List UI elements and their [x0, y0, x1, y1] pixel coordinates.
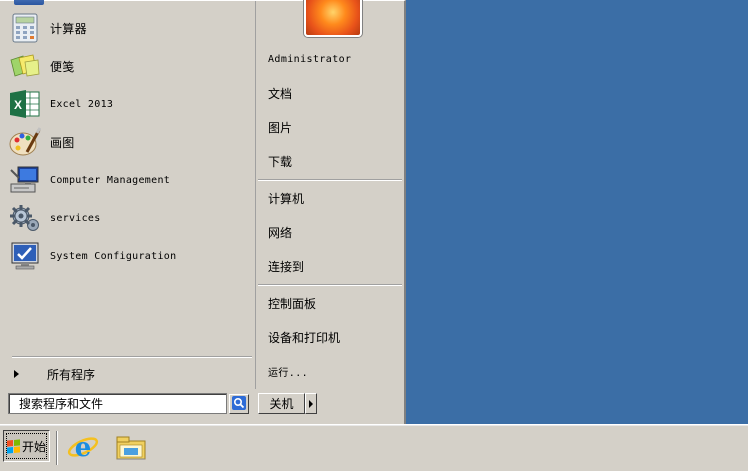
program-label: services [50, 212, 101, 224]
program-label: 计算器 [50, 21, 87, 36]
triangle-right-icon [309, 399, 313, 408]
place-network[interactable]: 网络 [268, 219, 398, 245]
taskbar: 开始 e [0, 424, 748, 471]
internet-explorer-icon: e [67, 431, 99, 466]
program-excel[interactable]: X Excel 2013 [8, 86, 248, 122]
program-sticky-notes[interactable]: 便笺 [8, 48, 248, 84]
paint-icon [8, 125, 42, 159]
computer-management-icon [8, 163, 42, 197]
triangle-right-icon [14, 370, 19, 378]
place-documents[interactable]: 文档 [268, 80, 398, 106]
start-label: 开始 [21, 439, 46, 454]
search-button[interactable] [229, 394, 249, 414]
place-downloads[interactable]: 下载 [268, 148, 398, 174]
program-system-configuration[interactable]: System Configuration [8, 238, 248, 274]
svg-text:X: X [14, 98, 22, 112]
shutdown-options-button[interactable] [305, 393, 317, 414]
place-run[interactable]: 运行... [268, 358, 398, 384]
user-picture[interactable] [304, 0, 362, 37]
excel-icon: X [8, 87, 42, 121]
place-pictures[interactable]: 图片 [268, 114, 398, 140]
programs-divider [12, 356, 252, 358]
program-services[interactable]: services [8, 200, 248, 236]
places-divider [258, 284, 402, 286]
program-label: Excel 2013 [50, 98, 114, 110]
program-label: System Configuration [50, 250, 177, 262]
search-box[interactable] [8, 393, 227, 414]
system-configuration-icon [8, 239, 42, 273]
truncated-program-icon [14, 0, 44, 5]
services-gear-icon [8, 201, 42, 235]
all-programs-button[interactable]: 所有程序 [8, 363, 248, 385]
program-calculator[interactable]: 计算器 [8, 10, 248, 46]
search-input[interactable] [9, 394, 226, 413]
quick-launch-divider [56, 431, 58, 465]
windows-logo-icon [6, 438, 20, 454]
place-user-folder[interactable]: Administrator [268, 46, 398, 72]
start-menu: 计算器 便笺 X Excel 2013 画图 Computer Manageme… [0, 0, 406, 424]
taskbar-windows-explorer[interactable] [114, 431, 148, 465]
start-menu-programs-pane: 计算器 便笺 X Excel 2013 画图 Computer Manageme… [2, 0, 254, 389]
places-divider [258, 179, 402, 181]
place-devices-printers[interactable]: 设备和打印机 [268, 324, 398, 350]
start-button[interactable]: 开始 [3, 430, 50, 462]
place-control-panel[interactable]: 控制面板 [268, 290, 398, 316]
search-icon [232, 395, 246, 413]
place-connect-to[interactable]: 连接到 [268, 253, 398, 279]
program-paint[interactable]: 画图 [8, 124, 248, 160]
sticky-notes-icon [8, 49, 42, 83]
program-computer-management[interactable]: Computer Management [8, 162, 248, 198]
place-computer[interactable]: 计算机 [268, 185, 398, 211]
program-label: Computer Management [50, 174, 171, 186]
shutdown-button[interactable]: 关机 [258, 393, 305, 414]
svg-text:e: e [75, 433, 92, 463]
all-programs-label: 所有程序 [47, 367, 96, 382]
start-menu-places-pane: Administrator 文档 图片 下载 计算机 网络 连接到 控制面板 设… [255, 0, 404, 389]
calculator-icon [8, 11, 42, 45]
program-label: 画图 [50, 135, 75, 150]
taskbar-internet-explorer[interactable]: e [66, 431, 100, 465]
program-label: 便笺 [50, 59, 75, 74]
windows-explorer-icon [114, 431, 148, 466]
